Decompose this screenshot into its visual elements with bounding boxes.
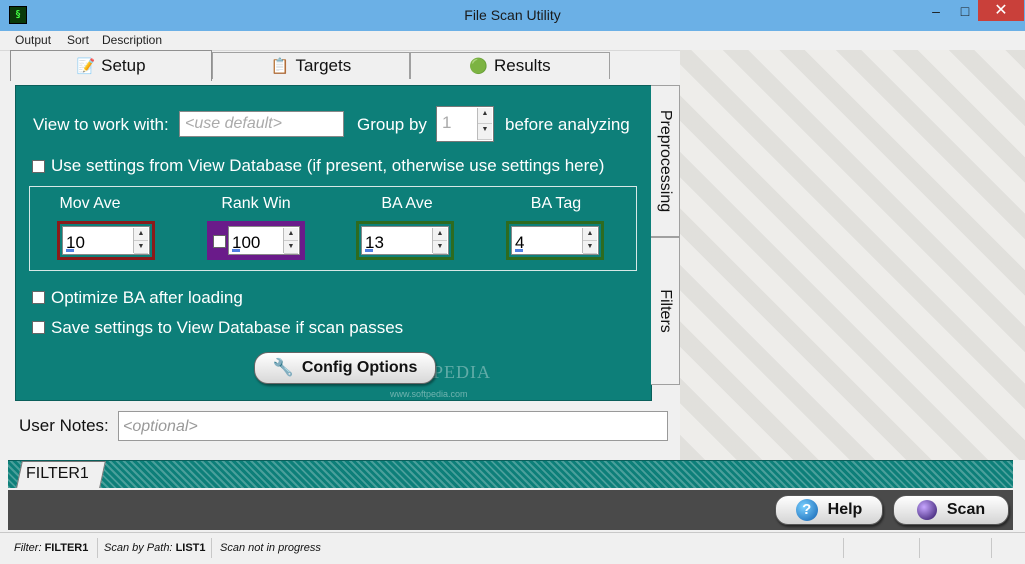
menu-output[interactable]: Output xyxy=(15,33,51,47)
help-icon: ? xyxy=(795,499,818,521)
tab-preprocessing-label: Preprocessing xyxy=(657,109,674,213)
group-by-arrows[interactable]: ▲ ▼ xyxy=(477,108,492,140)
tab-targets-label: Targets xyxy=(295,56,352,75)
ba-tag-indicator xyxy=(515,249,523,252)
status-filter-key: Filter: xyxy=(14,542,42,554)
status-filter: Filter: FILTER1 xyxy=(8,538,98,558)
user-notes-input[interactable]: <optional> xyxy=(118,411,668,441)
menu-description[interactable]: Description xyxy=(102,33,162,47)
maximize-button[interactable]: □ xyxy=(950,0,980,22)
minimize-button[interactable]: – xyxy=(921,0,951,22)
rank-win-indicator xyxy=(232,249,240,252)
use-db-checkbox[interactable] xyxy=(32,160,45,173)
user-notes-label: User Notes: xyxy=(19,416,109,435)
optimize-label: Optimize BA after loading xyxy=(51,288,243,307)
ba-ave-label: BA Ave xyxy=(381,195,433,212)
use-db-label: Use settings from View Database (if pres… xyxy=(51,156,605,175)
status-bar: Filter: FILTER1 Scan by Path: LIST1 Scan… xyxy=(0,532,1025,564)
tab-filters-label: Filters xyxy=(657,289,674,333)
group-by-label: Group by xyxy=(357,115,427,134)
tab-results[interactable]: 🟢 Results xyxy=(410,52,610,79)
ba-tag-field[interactable]: 4 ▲ ▼ xyxy=(506,221,604,260)
ba-ave-field[interactable]: 13 ▲ ▼ xyxy=(356,221,454,260)
tab-setup-label: Setup xyxy=(101,56,146,75)
optimize-checkbox[interactable] xyxy=(32,291,45,304)
config-options-label: Config Options xyxy=(301,359,418,376)
status-path: Scan by Path: LIST1 xyxy=(98,538,212,558)
view-input[interactable]: <use default> xyxy=(179,111,344,137)
status-filter-value: FILTER1 xyxy=(44,542,89,554)
scan-label: Scan xyxy=(946,501,986,518)
save-settings-checkbox[interactable] xyxy=(32,321,45,334)
group-by-stepper[interactable]: 1 ▲ ▼ xyxy=(436,106,494,142)
config-options-button[interactable]: 🔧 Config Options xyxy=(254,352,436,384)
save-settings-label: Save settings to View Database if scan p… xyxy=(51,318,404,337)
wrench-icon: 🔧 xyxy=(272,358,294,377)
tab-preprocessing[interactable]: Preprocessing xyxy=(651,85,680,237)
scan-icon xyxy=(916,500,937,520)
tab-results-label: Results xyxy=(494,56,551,75)
filter-tab-label: FILTER1 xyxy=(26,465,89,482)
app-icon[interactable]: § xyxy=(9,6,27,24)
status-cell-empty-1 xyxy=(846,538,920,558)
ba-ave-arrows[interactable]: ▲ ▼ xyxy=(432,228,447,254)
mov-ave-arrows[interactable]: ▲ ▼ xyxy=(133,228,148,254)
parameters-group: Mov Ave 10 ▲ ▼ Rank Win 100 ▲ ▼ BA Ave 13 … xyxy=(29,186,637,271)
tab-setup[interactable]: 📝 Setup xyxy=(10,50,212,81)
group-by-value: 1 xyxy=(442,113,452,132)
title-bar: File Scan Utility xyxy=(0,0,1025,32)
menu-sort[interactable]: Sort xyxy=(67,33,89,47)
tab-filters[interactable]: Filters xyxy=(651,237,680,385)
setup-icon: 📝 xyxy=(76,58,96,75)
mov-ave-field[interactable]: 10 ▲ ▼ xyxy=(57,221,155,260)
tab-targets[interactable]: 📋 Targets xyxy=(212,52,410,79)
mov-ave-indicator xyxy=(66,249,74,252)
ba-tag-arrows[interactable]: ▲ ▼ xyxy=(582,228,597,254)
close-button[interactable]: ✕ xyxy=(978,0,1024,21)
rank-win-label: Rank Win xyxy=(221,195,291,212)
status-path-value: LIST1 xyxy=(175,542,206,554)
targets-icon: 📋 xyxy=(270,58,290,75)
watermark-url: www.softpedia.com xyxy=(390,389,468,399)
help-button[interactable]: ? Help xyxy=(775,495,883,525)
help-label: Help xyxy=(827,501,863,518)
background-decoration xyxy=(680,50,1025,460)
rank-win-arrows[interactable]: ▲ ▼ xyxy=(283,228,298,254)
status-progress: Scan not in progress xyxy=(214,538,844,558)
rank-win-field[interactable]: 100 ▲ ▼ xyxy=(207,221,305,260)
results-icon: 🟢 xyxy=(469,58,488,75)
status-path-key: Scan by Path: xyxy=(104,542,173,554)
mov-ave-label: Mov Ave xyxy=(59,195,121,212)
rank-win-checkbox[interactable] xyxy=(213,235,226,248)
window-title: File Scan Utility xyxy=(464,7,561,23)
menu-bar: Output Sort Description xyxy=(0,31,1025,51)
status-progress-text: Scan not in progress xyxy=(220,542,321,554)
ba-ave-indicator xyxy=(365,249,373,252)
scan-button[interactable]: Scan xyxy=(893,495,1009,525)
ba-tag-label: BA Tag xyxy=(530,195,582,212)
status-cell-empty-2 xyxy=(922,538,992,558)
before-analyzing-label: before analyzing xyxy=(505,115,630,134)
filter-tab-strip xyxy=(8,460,1013,488)
view-label: View to work with: xyxy=(33,115,169,134)
